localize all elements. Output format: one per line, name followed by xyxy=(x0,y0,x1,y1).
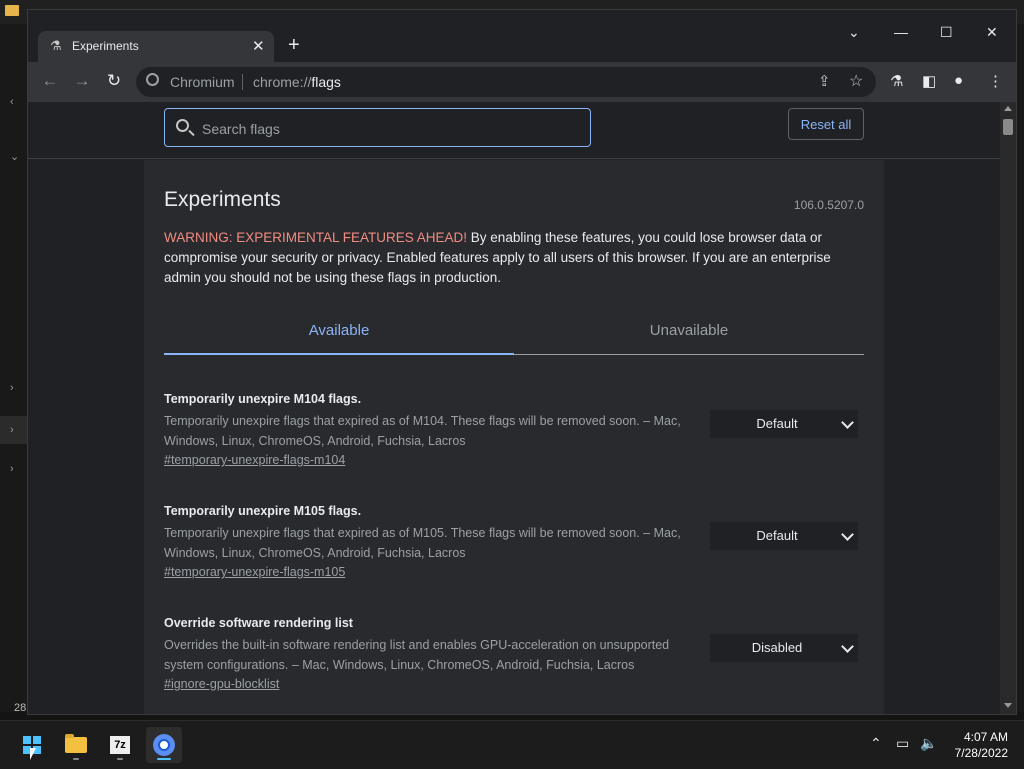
taskbar: 7z ⌃ ▭ 🔈 4:07 AM 7/28/2022 xyxy=(0,720,1024,769)
site-info-icon[interactable] xyxy=(146,73,159,86)
scrollbar-thumb[interactable] xyxy=(1003,119,1013,135)
network-icon[interactable]: ▭ xyxy=(896,735,909,752)
tab-experiments[interactable]: ⚗ Experiments ✕ xyxy=(38,31,274,62)
flag-link[interactable]: #temporary-unexpire-flags-m105 xyxy=(164,565,864,579)
url-host: flags xyxy=(311,74,341,90)
url-scheme: chrome:// xyxy=(253,74,312,90)
background-selected-row[interactable] xyxy=(0,416,28,444)
taskbar-7zip[interactable]: 7z xyxy=(102,727,138,763)
scroll-down-arrow-icon[interactable] xyxy=(1004,703,1012,708)
reset-all-button[interactable]: Reset all xyxy=(788,108,864,140)
taskbar-chromium[interactable] xyxy=(146,727,182,763)
seven-zip-icon: 7z xyxy=(110,736,130,754)
omnibox-separator xyxy=(242,74,243,90)
share-icon[interactable]: ⇪ xyxy=(818,72,831,90)
flag-description: Temporarily unexpire flags that expired … xyxy=(164,526,681,560)
flags-page: Reset all Experiments 106.0.5207.0 WARNI… xyxy=(28,102,1000,714)
chevron-right-icon[interactable]: › xyxy=(10,382,14,394)
back-arrow-icon[interactable]: ← xyxy=(40,71,60,91)
flag-description: Overrides the built-in software renderin… xyxy=(164,638,670,672)
search-box[interactable] xyxy=(164,108,591,147)
active-tab-indicator xyxy=(164,353,514,355)
reload-icon[interactable]: ↻ xyxy=(104,71,124,91)
toolbar: ← → ↻ Chromium chrome://flags ⇪ ☆ ⚗ ◧ ● … xyxy=(28,62,1016,102)
file-explorer-icon xyxy=(65,734,87,753)
flag-name: Temporarily unexpire M105 flags. xyxy=(164,504,362,518)
flag-description: Temporarily unexpire flags that expired … xyxy=(164,414,681,448)
site-label: Chromium xyxy=(170,74,235,90)
search-input[interactable] xyxy=(200,118,584,140)
chromium-icon xyxy=(153,734,175,756)
flask-icon: ⚗ xyxy=(50,38,62,53)
flag-link[interactable]: #ignore-gpu-blocklist xyxy=(164,677,864,691)
tab-search-icon[interactable]: ⌄ xyxy=(848,24,860,41)
page-scrollbar[interactable] xyxy=(1000,102,1016,714)
search-icon xyxy=(176,119,189,132)
scroll-up-arrow-icon[interactable] xyxy=(1004,106,1012,111)
flag-state-select[interactable]: Disabled xyxy=(710,634,858,662)
folder-icon xyxy=(5,5,19,16)
flag-item: Temporarily unexpire M104 flags. Tempora… xyxy=(164,392,864,467)
version-label: 106.0.5207.0 xyxy=(793,198,864,212)
warning-text: WARNING: EXPERIMENTAL FEATURES AHEAD! By… xyxy=(164,228,864,288)
flag-item: Temporarily unexpire M105 flags. Tempora… xyxy=(164,504,864,579)
warning-heading: WARNING: EXPERIMENTAL FEATURES AHEAD! xyxy=(164,230,468,245)
system-clock[interactable]: 4:07 AM 7/28/2022 xyxy=(955,729,1008,761)
page-title: Experiments xyxy=(164,188,281,211)
clock-date: 7/28/2022 xyxy=(954,746,1008,760)
url-text[interactable]: chrome://flags xyxy=(253,74,341,90)
minimize-button[interactable]: — xyxy=(894,24,908,40)
close-window-button[interactable]: ✕ xyxy=(986,24,998,41)
active-indicator xyxy=(157,758,171,760)
show-hidden-icons-chevron-icon[interactable]: ⌃ xyxy=(870,735,882,752)
flag-state-select[interactable]: Default xyxy=(710,522,858,550)
mouse-cursor-icon xyxy=(30,748,36,760)
taskbar-file-explorer[interactable] xyxy=(58,727,94,763)
tab-strip: ⚗ Experiments ✕ + ⌄ — ☐ ✕ xyxy=(28,10,1016,62)
maximize-button[interactable]: ☐ xyxy=(940,24,953,41)
tab-unavailable[interactable]: Unavailable xyxy=(514,322,864,339)
flags-tabs: Available Unavailable xyxy=(164,308,864,355)
omnibox[interactable]: Chromium chrome://flags ⇪ ☆ xyxy=(136,67,876,97)
clock-time: 4:07 AM xyxy=(963,730,1008,744)
flags-header: Reset all xyxy=(28,102,1000,159)
flag-name: Temporarily unexpire M104 flags. xyxy=(164,392,362,406)
experiments-panel: Experiments 106.0.5207.0 WARNING: EXPERI… xyxy=(144,160,884,714)
bookmark-star-icon[interactable]: ☆ xyxy=(849,71,863,91)
new-tab-button[interactable]: + xyxy=(288,34,300,57)
running-indicator xyxy=(117,758,123,760)
flag-state-select[interactable]: Default xyxy=(710,410,858,438)
chevron-right-icon[interactable]: › xyxy=(10,463,14,475)
flag-item: Override software rendering list Overrid… xyxy=(164,616,864,691)
chevron-left-icon[interactable]: ‹ xyxy=(10,96,14,108)
chromium-window: ⚗ Experiments ✕ + ⌄ — ☐ ✕ ← → ↻ Chromium… xyxy=(28,10,1016,714)
flag-link[interactable]: #temporary-unexpire-flags-m104 xyxy=(164,453,864,467)
chevron-right-icon[interactable]: › xyxy=(10,424,14,436)
tab-title: Experiments xyxy=(72,39,139,53)
running-indicator xyxy=(73,758,79,760)
flag-name: Override software rendering list xyxy=(164,616,353,630)
flag-state-value: Default xyxy=(756,416,798,431)
side-panel-icon[interactable]: ◧ xyxy=(922,72,936,90)
menu-icon[interactable]: ⋮ xyxy=(988,72,1003,90)
flag-state-value: Default xyxy=(756,528,798,543)
close-tab-icon[interactable]: ✕ xyxy=(252,37,265,55)
flag-state-value: Disabled xyxy=(751,640,803,655)
forward-arrow-icon[interactable]: → xyxy=(72,71,92,91)
chevron-down-icon[interactable]: ⌄ xyxy=(10,150,19,163)
volume-icon[interactable]: 🔈 xyxy=(920,735,937,752)
labs-flask-icon[interactable]: ⚗ xyxy=(890,72,903,90)
profile-icon[interactable]: ● xyxy=(954,72,963,89)
tab-available[interactable]: Available xyxy=(164,322,514,339)
